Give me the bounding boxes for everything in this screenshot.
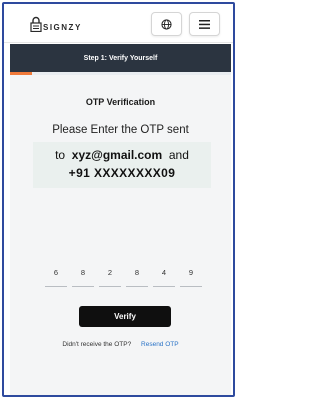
to-prefix: to	[55, 148, 66, 162]
email-address: xyz@gmail.com	[71, 148, 163, 162]
otp-input-group: 6 8 2 8 4 9	[45, 265, 202, 287]
step-banner: Step 1: Verify Yourself	[10, 44, 231, 72]
verify-button[interactable]: Verify	[79, 306, 171, 327]
logo-lock-icon	[30, 16, 42, 32]
otp-digit-2[interactable]: 8	[72, 265, 94, 287]
globe-icon	[161, 18, 172, 30]
otp-panel: OTP Verification Please Enter the OTP se…	[10, 75, 231, 395]
otp-digit-3[interactable]: 2	[99, 265, 121, 287]
language-button[interactable]	[151, 12, 182, 36]
resend-otp-link[interactable]: Resend OTP	[141, 341, 179, 348]
contact-details: to xyz@gmail.com and +91 XXXXXXXX09	[33, 142, 211, 188]
otp-digit-4[interactable]: 8	[126, 265, 148, 287]
step-label: Step 1: Verify Yourself	[83, 54, 158, 62]
top-navbar: SIGNZY	[4, 4, 233, 43]
signzy-logo: SIGNZY	[30, 14, 82, 32]
otp-instruction: Please Enter the OTP sent	[52, 124, 189, 136]
otp-digit-5[interactable]: 4	[153, 265, 175, 287]
logo-text: SIGNZY	[43, 23, 82, 32]
menu-button[interactable]	[189, 12, 220, 36]
page-title: OTP Verification	[85, 97, 156, 107]
phone-number: +91 XXXXXXXX09	[68, 166, 176, 180]
and-word: and	[168, 148, 189, 162]
resend-prompt: Didn't receive the OTP?	[62, 341, 132, 348]
hamburger-menu-icon	[199, 19, 210, 29]
app-frame: SIGNZY Step 1: Verify Yourself OTP Verif…	[2, 2, 235, 397]
otp-digit-6[interactable]: 9	[180, 265, 202, 287]
otp-digit-1[interactable]: 6	[45, 265, 67, 287]
verify-button-label: Verify	[114, 312, 136, 321]
resend-row: Didn't receive the OTP? Resend OTP	[10, 341, 231, 348]
email-line: to xyz@gmail.com and	[33, 148, 211, 162]
